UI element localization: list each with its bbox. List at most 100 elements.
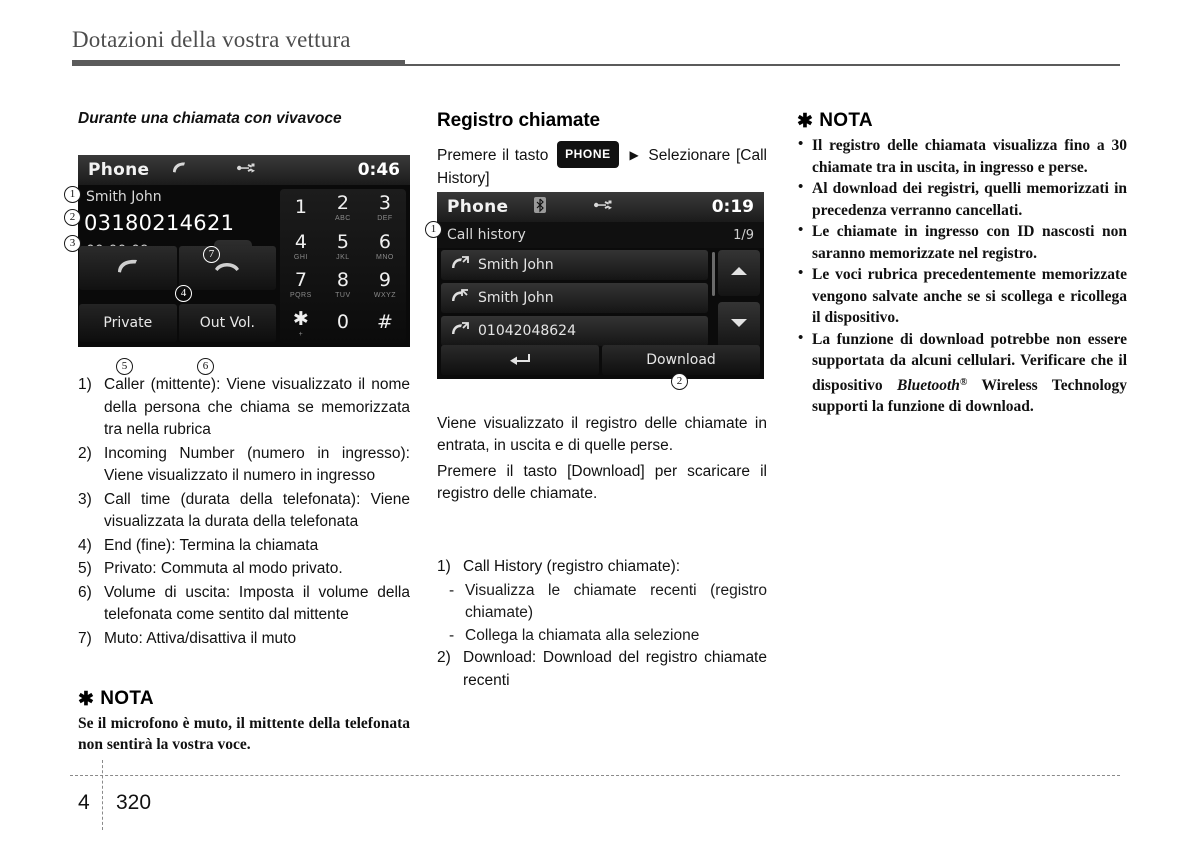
list-marker: 5)	[78, 560, 92, 577]
sub-list-text: Collega la chiamata alla selezione	[465, 626, 700, 644]
keypad-key[interactable]: ✱ +	[280, 305, 322, 344]
arrow-right-icon: ▶	[629, 148, 639, 162]
keypad-digit: 2	[336, 192, 349, 215]
column-right: ✱ NOTA • Il registro delle chiamata visua…	[797, 110, 1127, 418]
list-marker: 2)	[78, 444, 92, 462]
page-header: Dotazioni della vostra vettura	[72, 26, 1120, 54]
keypad-key[interactable]: #	[364, 305, 406, 344]
list-item: 2) Download: Download del registro chiama…	[437, 647, 767, 692]
history-row[interactable]: 01042048624	[441, 316, 708, 346]
keypad-letters: GHI	[293, 253, 308, 261]
callout-3: 3	[64, 235, 81, 252]
keypad-key[interactable]: 3 DEF	[364, 189, 406, 228]
list-item: 6) Volume di uscita: Imposta il volume de…	[78, 582, 410, 627]
end-call-button[interactable]	[178, 246, 277, 290]
callout-5: 5	[116, 358, 133, 375]
keypad-key[interactable]: 6 MNO	[364, 228, 406, 267]
keypad-letters: WXYZ	[373, 292, 397, 300]
call-control-row	[78, 245, 277, 291]
keypad-key[interactable]: 4 GHI	[280, 228, 322, 267]
chevron-down-icon	[730, 316, 748, 334]
usb-icon	[237, 161, 256, 179]
asterisk-icon: ✱	[78, 688, 95, 710]
keypad-key[interactable]: 2 ABC	[322, 189, 364, 228]
keypad-key[interactable]: 8 TUV	[322, 266, 364, 305]
keypad-digit: 5	[336, 230, 349, 253]
download-button[interactable]: Download	[602, 345, 760, 375]
nota-title: NOTA	[100, 688, 154, 709]
keypad-key[interactable]: 7 PQRS	[280, 266, 322, 305]
call-history-legend-list: 1) Call History (registro chiamate):	[437, 556, 767, 579]
history-body: Call history 1/9 Smith John Smith John 0…	[437, 222, 764, 379]
keypad-key[interactable]: 1	[280, 189, 322, 228]
list-marker: 1)	[78, 376, 92, 393]
call-status-bar: Phone 0:46	[78, 155, 410, 185]
nota-bullet: • Al download dei registri, quelli memori…	[797, 178, 1127, 221]
list-marker: 4)	[78, 536, 92, 554]
call-answer-icon	[115, 258, 141, 279]
list-item: 5) Privato: Commuta al modo privato.	[78, 558, 410, 581]
scrollbar-thumb[interactable]	[712, 252, 715, 296]
chapter-number: 4	[78, 791, 90, 814]
manual-page: Dotazioni della vostra vettura Durante u…	[0, 0, 1200, 845]
keypad-letters: ABC	[334, 215, 351, 223]
call-info-panel: Smith John 03180214621 00:00:09	[78, 185, 277, 347]
callout-2: 2	[671, 373, 688, 390]
status-title: Phone	[447, 197, 509, 217]
status-clock: 0:19	[711, 197, 754, 217]
nota-text: Se il microfono è muto, il mittente dell…	[78, 715, 410, 753]
nota-bullet: • Le chiamate in ingresso con ID nascosti…	[797, 221, 1127, 264]
call-log-intro: Premere il tasto PHONE ▶ Selezionare [Ca…	[437, 141, 767, 190]
callout-2: 2	[64, 209, 81, 226]
column-middle: Registro chiamate Premere il tasto PHONE…	[437, 110, 767, 190]
back-button[interactable]	[441, 345, 599, 375]
nota-heading: ✱ NOTA	[78, 688, 410, 710]
keypad-letters: MNO	[376, 253, 394, 261]
call-end-icon	[213, 258, 241, 279]
list-text: Volume di uscita: Imposta il volume dell…	[104, 583, 410, 624]
scroll-up-button[interactable]	[718, 250, 760, 296]
out-volume-button[interactable]: Out Vol.	[178, 304, 277, 342]
list-text: Call time (durata della telefonata): Vie…	[104, 490, 410, 531]
phone-call-screenshot: Phone 0:46 Smith John 03180214621 Privat…	[78, 155, 410, 347]
private-button[interactable]: Private	[79, 304, 177, 342]
column-left-list-wrap: 1) Caller (mittente): Viene visualizzato …	[78, 366, 410, 651]
list-item: 7) Muto: Attiva/disattiva il muto	[78, 628, 410, 651]
sub-list-item: - Collega la chiamata alla selezione	[449, 625, 767, 648]
nota-heading: ✱ NOTA	[797, 110, 1127, 132]
history-row-label: Smith John	[478, 257, 554, 273]
status-clock: 0:46	[357, 160, 400, 180]
dial-keypad[interactable]: 1 2 ABC 3 DEF 4 GHI 5 JKL 6 MNO 7 PQRS 8 TUV 9W…	[279, 189, 406, 344]
keypad-digit: 4	[294, 230, 307, 253]
callout-1: 1	[425, 221, 442, 238]
keypad-digit: 1	[294, 195, 307, 218]
keypad-key[interactable]: 0	[322, 305, 364, 344]
history-row[interactable]: Smith John	[441, 250, 708, 280]
outgoing-call-icon	[451, 255, 469, 275]
history-header: Call history 1/9	[437, 222, 764, 248]
keypad-key[interactable]: 5 JKL	[322, 228, 364, 267]
answer-call-button[interactable]	[79, 246, 177, 290]
paragraph: Viene visualizzato il registro delle chi…	[437, 415, 767, 454]
status-title: Phone	[88, 160, 150, 180]
list-text: Muto: Attiva/disattiva il muto	[104, 629, 297, 647]
nota-bullet: • Le voci rubrica precedentemente memoriz…	[797, 264, 1127, 329]
keypad-digit: #	[377, 311, 393, 334]
hands-free-legend-list: 1) Caller (mittente): Viene visualizzato …	[78, 374, 410, 650]
keypad-letters: JKL	[336, 253, 350, 261]
caller-number: 03180214621	[84, 211, 235, 235]
list-marker: 2)	[437, 649, 451, 666]
keypad-key[interactable]: 9 WXYZ	[364, 266, 406, 305]
list-item: 1) Call History (registro chiamate):	[437, 556, 767, 579]
bullet-icon: •	[798, 179, 804, 195]
scroll-down-button[interactable]	[718, 302, 760, 348]
list-marker: 6)	[78, 583, 92, 601]
history-row[interactable]: Smith John	[441, 283, 708, 313]
keypad-digit: ✱	[292, 307, 309, 330]
bullet-icon: •	[798, 329, 804, 346]
nota-bullet-text: Le voci rubrica precedentemente memorizz…	[812, 266, 1127, 326]
header-rule	[72, 60, 1120, 66]
keypad-digit: 9	[378, 269, 391, 292]
dash-marker: -	[449, 626, 455, 644]
paragraph: Premere il tasto [Download] per scaricar…	[437, 463, 767, 502]
